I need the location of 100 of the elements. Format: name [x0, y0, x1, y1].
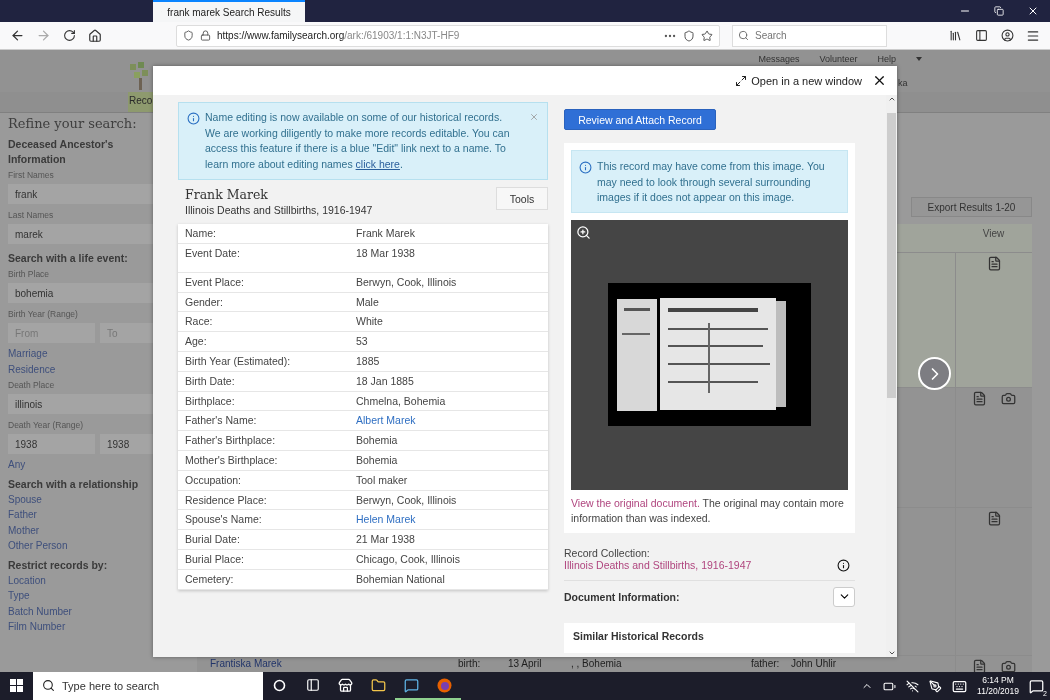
field-label: Burial Date: — [184, 533, 241, 546]
menu-icon[interactable] — [1026, 28, 1040, 43]
camera-icon[interactable] — [1001, 659, 1016, 672]
pen-icon[interactable] — [929, 679, 943, 693]
store-icon[interactable] — [338, 677, 353, 693]
record-icon[interactable] — [986, 256, 1002, 271]
info-icon[interactable] — [837, 558, 850, 572]
chat-icon[interactable] — [404, 677, 419, 693]
field-label: Birth Year (Range) — [8, 308, 79, 321]
network-icon[interactable] — [906, 679, 920, 693]
similar-records-heading: Similar Historical Records — [564, 622, 855, 653]
click-here-link[interactable]: click here — [355, 157, 400, 170]
field-value: 1885 — [356, 355, 381, 367]
table-cell-text: 13 April — [507, 657, 543, 671]
table-cell-text: John Uhlir — [790, 657, 838, 671]
person-link[interactable]: Albert Marek — [356, 414, 548, 427]
field-label: Cemetery: — [184, 572, 235, 585]
shield-icon[interactable] — [183, 30, 194, 41]
sidebar-icon[interactable] — [974, 29, 988, 42]
windows-logo-icon[interactable] — [10, 678, 23, 692]
field-value: Chicago, Cook, Illinois — [356, 552, 461, 565]
table-cell-text: , , Bohemia — [570, 657, 623, 671]
field-value: 21 Mar 1938 — [356, 533, 416, 546]
info-icon — [579, 161, 592, 174]
field-label: Birth Date: — [184, 374, 236, 387]
collection-label: Record Collection: — [564, 546, 651, 559]
tools-button[interactable]: Tools — [496, 187, 548, 210]
header-link[interactable]: Messages — [758, 54, 800, 64]
field-label: First Names — [8, 169, 55, 182]
scroll-down-icon[interactable] — [887, 649, 896, 657]
field-value: White — [356, 315, 384, 328]
open-new-window-link[interactable]: Open in a new window — [735, 74, 862, 87]
header-link[interactable]: Volunteer — [819, 54, 858, 64]
star-icon[interactable] — [701, 29, 713, 42]
field-value: Male — [356, 295, 380, 308]
search-field[interactable]: Search — [732, 24, 887, 47]
result-row[interactable]: Frantiska Marek birth: 13 April , , Bohemia father: John Uhlir — [197, 655, 1032, 672]
reload-icon[interactable] — [62, 29, 76, 42]
collection-link[interactable]: Illinois Deaths and Stillbirths, 1916-1947 — [564, 559, 752, 571]
field-label: Mother's Birthplace: — [184, 453, 279, 466]
close-icon[interactable] — [1027, 5, 1039, 17]
expand-button[interactable] — [833, 586, 855, 607]
account-icon[interactable] — [1000, 29, 1014, 42]
header-link[interactable]: Help — [877, 54, 896, 64]
library-icon[interactable] — [948, 29, 962, 42]
export-button[interactable]: Export Results 1-20 — [911, 197, 1032, 217]
keyboard-icon[interactable] — [952, 678, 968, 694]
search-icon — [42, 679, 55, 692]
record-icon[interactable] — [972, 391, 987, 406]
user-menu-text[interactable]: ka — [898, 78, 908, 88]
field-label: Birth Place — [8, 268, 51, 281]
person-link[interactable]: Helen Marek — [356, 513, 548, 526]
sidebar-title: Refine your search: — [8, 116, 138, 131]
scroll-up-icon[interactable] — [887, 95, 896, 103]
record-icon[interactable] — [986, 511, 1002, 526]
section-heading: Search with a relationship — [8, 476, 140, 492]
table-cell-text: father: — [750, 657, 778, 671]
field-label: Residence Place: — [184, 493, 268, 506]
image-viewer[interactable] — [571, 219, 848, 490]
field-label: Race: — [184, 315, 214, 328]
field-value: 18 Jan 1885 — [356, 374, 415, 387]
circle-icon[interactable] — [273, 678, 286, 692]
section-heading: Deceased Ancestor's Information — [8, 137, 115, 167]
field-label: Birth Year (Estimated): — [184, 355, 292, 367]
taskbar-search-field[interactable]: Type here to search — [33, 672, 263, 700]
folder-icon[interactable] — [371, 677, 386, 693]
browser-tab[interactable]: frank marek Search Results — [153, 0, 305, 22]
lock-icon[interactable] — [200, 30, 211, 41]
camera-icon[interactable] — [1001, 391, 1016, 406]
scrollbar[interactable] — [886, 95, 897, 657]
clock[interactable]: 6:14 PM 11/20/2019 — [977, 675, 1019, 697]
restore-icon[interactable] — [994, 6, 1004, 16]
record-name: Frank Marek — [185, 187, 269, 202]
nav-tab[interactable]: Reco — [128, 92, 154, 112]
field-value: Bohemia — [356, 453, 399, 466]
task-view-icon[interactable] — [305, 678, 320, 692]
field-value: Frank Marek — [356, 227, 416, 239]
field-label: Event Date: — [184, 246, 241, 259]
table-cell-text: birth: — [457, 657, 482, 671]
record-icon[interactable] — [972, 659, 987, 672]
field-value: Bohemian National — [356, 572, 446, 585]
record-collection: Illinois Deaths and Stillbirths, 1916-1947 — [185, 204, 373, 216]
address-bar[interactable]: https://www.familysearch.org/ark:/61903/1:1:N3JT-HF9 — [176, 24, 720, 47]
tab-title: frank marek Search Results — [167, 6, 291, 18]
zoom-icon[interactable] — [576, 224, 591, 240]
review-attach-button[interactable]: Review and Attach Record — [564, 109, 716, 130]
field-value: Berwyn, Cook, Illinois — [356, 493, 458, 506]
home-icon[interactable] — [88, 28, 102, 43]
input-field[interactable]: 1938 — [8, 434, 95, 454]
field-value: Chmelna, Bohemia — [356, 394, 447, 407]
section-heading: Search with a life event: — [8, 251, 129, 266]
back-icon[interactable] — [9, 28, 25, 43]
section-heading: Document Information: — [564, 590, 680, 603]
firefox-icon[interactable] — [437, 677, 452, 693]
person-link[interactable]: Frantiska Marek — [197, 656, 445, 672]
close-icon[interactable] — [872, 73, 887, 88]
field-label: Spouse's Name: — [184, 513, 263, 526]
field-value: 18 Mar 1938 — [356, 246, 416, 259]
view-original-link[interactable]: View the original document. — [571, 496, 700, 509]
info-icon — [187, 112, 200, 125]
